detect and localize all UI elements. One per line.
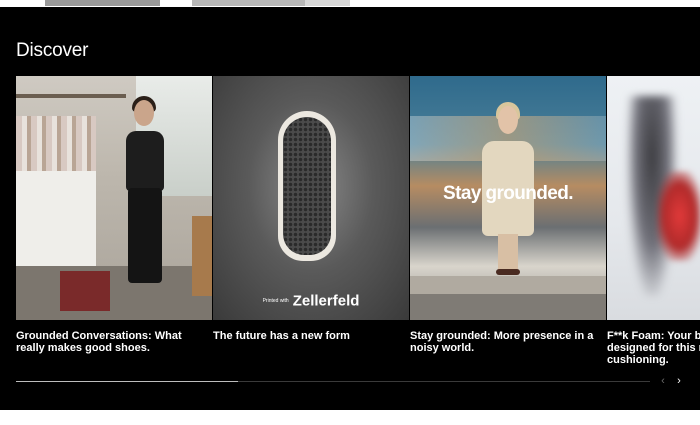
blurred-red-shoe: [657, 171, 700, 261]
section-title: Discover: [16, 40, 89, 61]
person-head: [498, 106, 518, 134]
discover-section: Discover Grounded Conversations: What re…: [0, 7, 700, 410]
caption-line: cushioning.: [607, 354, 669, 366]
page-bottom-strip: [0, 410, 700, 425]
carousel-progress-fill: [16, 381, 238, 382]
card-grounded-conversations-image[interactable]: [16, 76, 212, 320]
card-headline: Stay grounded.: [443, 183, 573, 204]
caption-line: F**k Foam: Your b: [607, 330, 700, 342]
person-head: [134, 100, 154, 126]
brand-prefix: Printed with: [262, 297, 289, 304]
brand-name: Zellerfeld: [292, 292, 360, 310]
chair: [192, 216, 212, 296]
card-caption-future-form[interactable]: The future has a new form: [213, 330, 403, 342]
person-top: [126, 131, 164, 191]
person-shoes: [496, 269, 520, 275]
brand-lockup: Printed with Zellerfeld: [213, 292, 409, 310]
street: [410, 294, 606, 320]
chevron-right-icon: ›: [677, 374, 681, 387]
previous-section-image: [192, 0, 305, 6]
card-foam-image[interactable]: [607, 76, 700, 320]
person-legs: [498, 234, 518, 272]
work-table: [16, 171, 96, 266]
card-caption-foam[interactable]: F**k Foam: Your b designed for this r cu…: [607, 330, 700, 366]
previous-section-image: [45, 0, 160, 6]
card-caption-grounded-conversations[interactable]: Grounded Conversations: What really make…: [16, 330, 206, 354]
card-caption-stay-grounded[interactable]: Stay grounded: More presence in a noisy …: [410, 330, 600, 354]
caption-line: designed for this r: [607, 342, 700, 354]
carousel-next-button[interactable]: ›: [671, 373, 687, 389]
fabric-pile: [60, 271, 110, 311]
previous-section-strip: [0, 0, 700, 7]
previous-section-image: [305, 0, 350, 6]
floor: [16, 266, 212, 320]
person-trousers: [128, 188, 162, 283]
card-future-form-image[interactable]: Printed with Zellerfeld: [213, 76, 409, 320]
card-stay-grounded-image[interactable]: Stay grounded.: [410, 76, 606, 320]
chevron-left-icon: ‹: [661, 374, 665, 387]
shelf: [16, 94, 126, 98]
shoe-sole-tread: [283, 117, 331, 255]
carousel-progress-track[interactable]: [16, 381, 650, 382]
carousel-prev-button[interactable]: ‹: [655, 373, 671, 389]
curb: [410, 276, 606, 294]
